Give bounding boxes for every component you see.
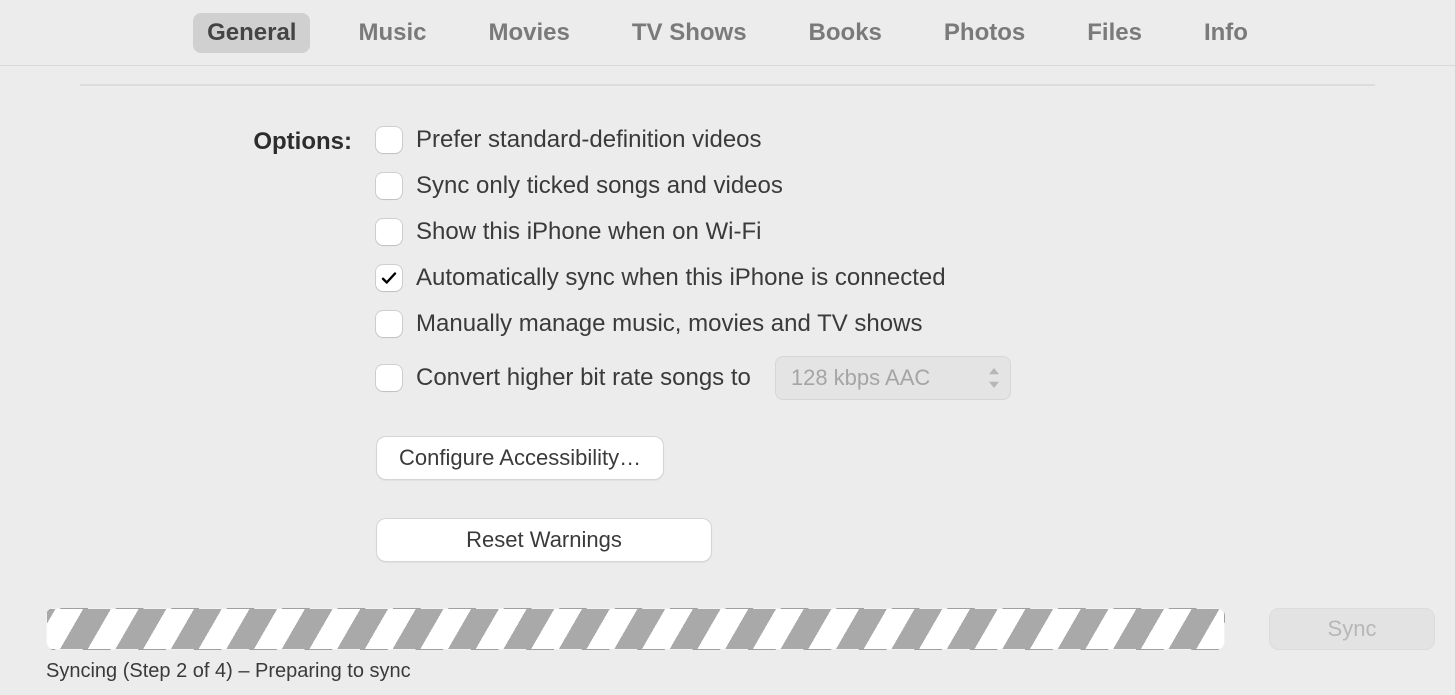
tab-photos[interactable]: Photos: [930, 13, 1039, 53]
check-icon: [380, 269, 398, 287]
label-auto-sync: Automatically sync when this iPhone is c…: [416, 264, 946, 292]
label-sync-ticked: Sync only ticked songs and videos: [416, 172, 783, 200]
tab-music[interactable]: Music: [344, 13, 440, 53]
option-manual-manage: Manually manage music, movies and TV sho…: [376, 310, 1011, 338]
configure-accessibility-button[interactable]: Configure Accessibility…: [376, 436, 664, 480]
options-list: Prefer standard-definition videos Sync o…: [376, 126, 1011, 562]
label-convert-bitrate: Convert higher bit rate songs to: [416, 364, 751, 392]
content-area: Options: Prefer standard-definition vide…: [0, 86, 1455, 562]
bottom-bar: Sync Syncing (Step 2 of 4) – Preparing t…: [0, 608, 1455, 695]
tab-bar: General Music Movies TV Shows Books Phot…: [0, 0, 1455, 66]
tab-general[interactable]: General: [193, 13, 310, 53]
option-auto-sync: Automatically sync when this iPhone is c…: [376, 264, 1011, 292]
checkbox-manual-manage[interactable]: [376, 311, 402, 337]
tab-movies[interactable]: Movies: [474, 13, 583, 53]
label-prefer-sd: Prefer standard-definition videos: [416, 126, 762, 154]
options-heading: Options:: [0, 126, 352, 562]
label-show-on-wifi: Show this iPhone when on Wi-Fi: [416, 218, 762, 246]
checkbox-prefer-sd[interactable]: [376, 127, 402, 153]
option-convert-bitrate: Convert higher bit rate songs to 128 kbp…: [376, 356, 1011, 400]
sync-progress-bar: [46, 608, 1225, 650]
tab-files[interactable]: Files: [1073, 13, 1156, 53]
reset-warnings-button[interactable]: Reset Warnings: [376, 518, 712, 562]
tab-tv-shows[interactable]: TV Shows: [618, 13, 761, 53]
bitrate-select-value: 128 kbps AAC: [791, 365, 930, 391]
option-sync-ticked: Sync only ticked songs and videos: [376, 172, 1011, 200]
checkbox-show-on-wifi[interactable]: [376, 219, 402, 245]
tab-info[interactable]: Info: [1190, 13, 1262, 53]
updown-caret-icon: [987, 368, 1001, 388]
label-manual-manage: Manually manage music, movies and TV sho…: [416, 310, 922, 338]
bitrate-select[interactable]: 128 kbps AAC: [775, 356, 1011, 400]
option-prefer-sd: Prefer standard-definition videos: [376, 126, 1011, 154]
sync-button[interactable]: Sync: [1269, 608, 1435, 650]
checkbox-convert-bitrate[interactable]: [376, 365, 402, 391]
tab-books[interactable]: Books: [795, 13, 896, 53]
checkbox-sync-ticked[interactable]: [376, 173, 402, 199]
option-show-on-wifi: Show this iPhone when on Wi-Fi: [376, 218, 1011, 246]
checkbox-auto-sync[interactable]: [376, 265, 402, 291]
sync-status-text: Syncing (Step 2 of 4) – Preparing to syn…: [46, 660, 1435, 683]
